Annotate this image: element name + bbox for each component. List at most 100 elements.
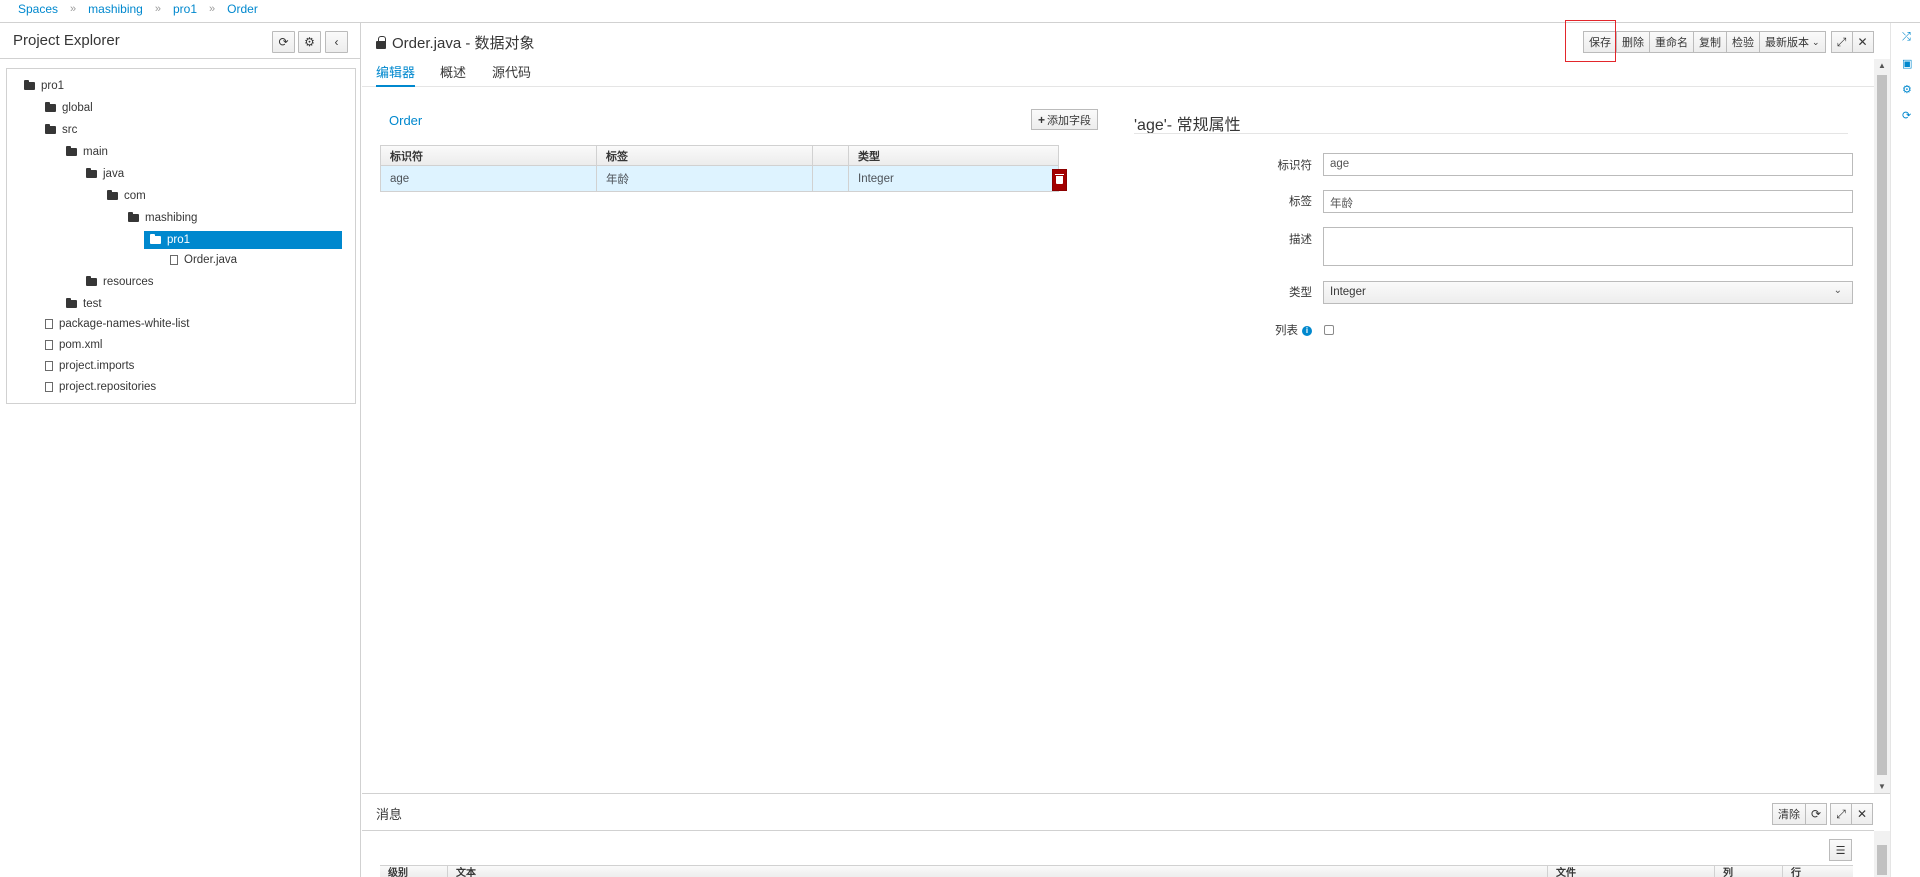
breadcrumb-asset[interactable]: Order [227, 2, 258, 16]
chevron-right-icon: » [154, 3, 161, 15]
label-field[interactable]: 年龄 [1323, 190, 1853, 213]
collapse-panel-button[interactable]: ‹ [325, 31, 348, 53]
cell-type: Integer [858, 172, 894, 185]
delete-button[interactable]: 删除 [1616, 31, 1650, 53]
tree-item[interactable]: src [45, 121, 77, 139]
tree-item[interactable]: com [107, 187, 146, 205]
messages-table-header: 级别 文本 文件 列 行 [380, 865, 1853, 877]
tree-item-selected[interactable]: pro1 [144, 231, 342, 249]
clear-button[interactable]: 清除 [1772, 803, 1806, 825]
identifier-field[interactable]: age [1323, 153, 1853, 176]
list-checkbox[interactable] [1324, 325, 1334, 335]
table-header: 标识符 标签 类型 [381, 146, 1058, 166]
tab-overview[interactable]: 概述 [440, 62, 466, 87]
column-header[interactable]: 类型 [849, 146, 1065, 165]
file-icon [45, 340, 53, 350]
column-header[interactable]: 行 [1783, 866, 1853, 877]
tree-item[interactable]: resources [86, 273, 154, 291]
fields-table: 标识符 标签 类型 age 年龄 Integer [380, 145, 1059, 192]
tree-item[interactable]: java [86, 165, 124, 183]
folder-open-icon [24, 80, 35, 90]
add-field-button[interactable]: + 添加字段 [1031, 109, 1099, 130]
shuffle-icon[interactable]: ⤮ [1902, 31, 1911, 44]
refresh-icon: ⟳ [1810, 807, 1822, 821]
tab-source[interactable]: 源代码 [492, 62, 531, 87]
tree-item[interactable]: Order.java [170, 251, 237, 269]
column-header[interactable]: 文件 [1548, 866, 1715, 877]
chevron-down-icon: ⌄ [1812, 36, 1820, 47]
column-header[interactable]: 级别 [380, 866, 448, 877]
chevron-right-icon: » [209, 3, 216, 15]
column-header[interactable]: 标识符 [381, 146, 597, 165]
breadcrumb-space[interactable]: mashibing [88, 2, 143, 16]
divider [362, 830, 1874, 831]
messages-toolbar: 清除 ⟳ ⤢ ✕ [1772, 803, 1873, 825]
settings-button[interactable]: ⚙ [298, 31, 321, 53]
close-icon: ✕ [1856, 807, 1868, 821]
save-button[interactable]: 保存 [1583, 31, 1617, 53]
folder-open-icon [107, 190, 118, 200]
delete-row-button[interactable] [1052, 169, 1067, 191]
tree-item[interactable]: mashibing [128, 209, 197, 227]
file-icon [45, 382, 53, 392]
breadcrumb: Spaces » mashibing » pro1 » Order [18, 0, 258, 18]
gear-icon[interactable]: ⚙ [1902, 83, 1912, 96]
editor-toolbar: 保存 删除 重命名 复制 检验 最新版本 ⌄ ⤢ ✕ [1583, 31, 1874, 53]
info-icon[interactable]: i [1302, 325, 1312, 336]
column-header[interactable]: 列 [1715, 866, 1783, 877]
refresh-icon: ⟳ [278, 35, 289, 49]
breadcrumb-project[interactable]: pro1 [173, 2, 197, 16]
tree-item[interactable]: pom.xml [45, 336, 102, 354]
expand-icon: ⤢ [1836, 34, 1847, 49]
maximize-button[interactable]: ⤢ [1830, 803, 1852, 825]
tab-editor[interactable]: 编辑器 [376, 62, 416, 87]
expand-icon: ⤢ [1836, 806, 1846, 821]
chevron-right-icon: » [70, 3, 77, 15]
tree-item[interactable]: test [66, 295, 102, 313]
breadcrumb-spaces[interactable]: Spaces [18, 2, 58, 16]
folder-icon [45, 102, 56, 112]
column-header [813, 146, 849, 165]
lock-icon [376, 35, 386, 49]
scrollbar-thumb[interactable] [1877, 75, 1887, 775]
scroll-down-icon[interactable]: ▼ [1878, 782, 1886, 791]
maximize-button[interactable]: ⤢ [1830, 31, 1853, 53]
rename-button[interactable]: 重命名 [1649, 31, 1694, 53]
folder-open-icon [66, 146, 77, 156]
tree-item[interactable]: main [66, 143, 108, 161]
trash-icon [1055, 174, 1064, 184]
folder-open-icon [45, 124, 56, 134]
refresh-icon[interactable]: ⟳ [1902, 109, 1911, 122]
type-select[interactable]: Integer ⌄ [1323, 281, 1853, 304]
close-icon: ✕ [1857, 35, 1868, 49]
tree-item[interactable]: global [45, 99, 93, 117]
tree-item[interactable]: project.imports [45, 357, 134, 375]
latest-version-dropdown[interactable]: 最新版本 ⌄ [1759, 31, 1826, 53]
scroll-up-icon[interactable]: ▲ [1878, 61, 1886, 70]
object-name-link[interactable]: Order [389, 113, 422, 128]
messages-scrollbar[interactable] [1874, 831, 1890, 877]
column-header[interactable]: 标签 [597, 146, 813, 165]
editor-header: Order.java - 数据对象 保存 删除 重命名 复制 检验 最新版本 ⌄ … [362, 20, 1890, 62]
table-row[interactable]: age 年龄 Integer [381, 166, 1058, 191]
column-picker-button[interactable]: ☰ [1829, 839, 1852, 861]
validate-button[interactable]: 检验 [1726, 31, 1760, 53]
refresh-button[interactable]: ⟳ [1805, 803, 1827, 825]
editor-panel: Order.java - 数据对象 保存 删除 重命名 复制 检验 最新版本 ⌄ … [362, 20, 1890, 877]
refresh-button[interactable]: ⟳ [272, 31, 295, 53]
close-button[interactable]: ✕ [1851, 803, 1873, 825]
tree-item[interactable]: pro1 [24, 77, 64, 95]
tree-item[interactable]: package-names-white-list [45, 315, 189, 333]
explorer-header: Project Explorer ⟳ ⚙ ‹ [0, 23, 360, 59]
copy-button[interactable]: 复制 [1693, 31, 1727, 53]
editor-tabs: 编辑器 概述 源代码 [362, 59, 1874, 87]
tree-item[interactable]: project.repositories [45, 378, 156, 396]
editor-scrollbar[interactable]: ▲ ▼ [1874, 59, 1890, 793]
right-rail: ⤮ ▣ ⚙ ⟳ [1890, 23, 1920, 877]
briefcase-icon[interactable]: ▣ [1902, 57, 1912, 70]
scrollbar-thumb[interactable] [1877, 845, 1887, 875]
type-label: 类型 [1289, 287, 1312, 299]
column-header[interactable]: 文本 [448, 866, 1548, 877]
close-button[interactable]: ✕ [1851, 31, 1874, 53]
description-field[interactable] [1323, 227, 1853, 266]
